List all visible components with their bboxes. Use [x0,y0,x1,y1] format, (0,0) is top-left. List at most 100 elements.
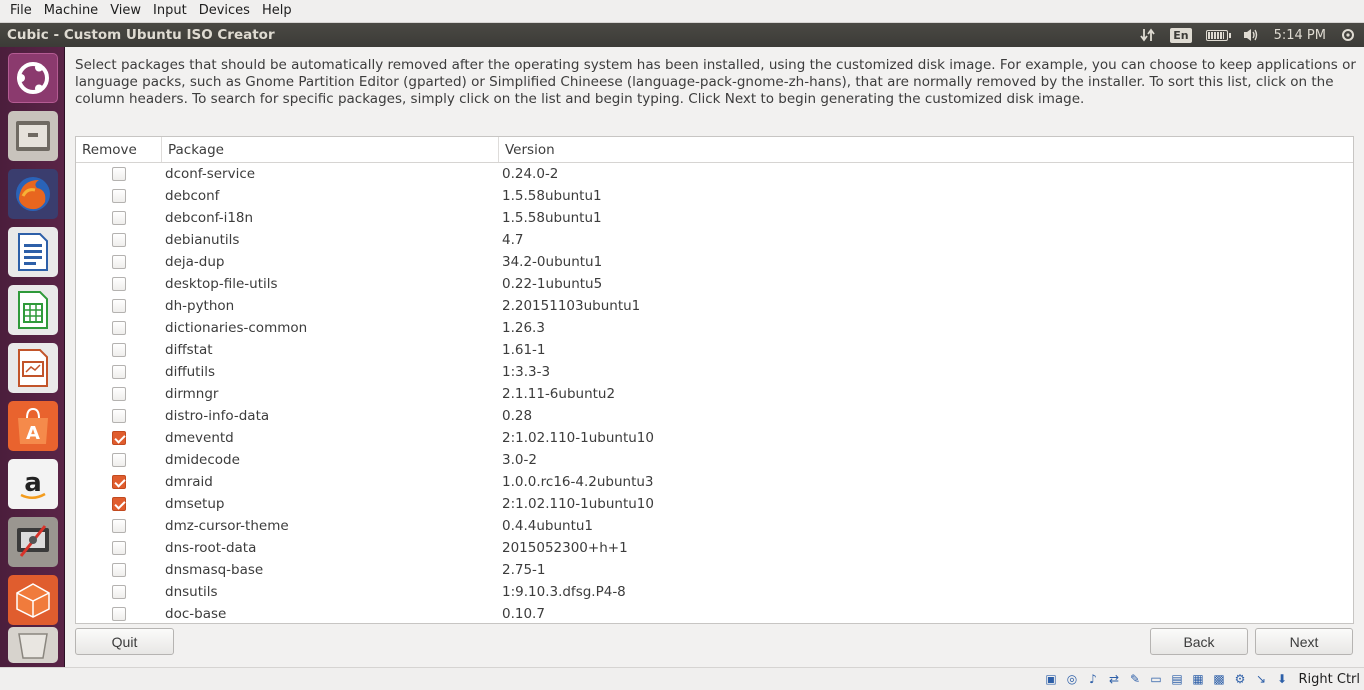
package-version: 34.2-0ubuntu1 [502,254,603,270]
table-row[interactable]: dnsutils 1:9.10.3.dfsg.P4-8 [76,581,1353,603]
remove-cell [76,563,162,577]
quit-button[interactable]: Quit [75,628,174,655]
remove-checkbox[interactable] [112,475,126,489]
remove-checkbox[interactable] [112,387,126,401]
keyboard-layout-indicator[interactable]: En [1170,27,1192,43]
video-capture-icon[interactable]: ▦ [1190,671,1207,688]
package-version: 4.7 [502,232,524,248]
table-row[interactable]: dmsetup 2:1.02.110-1ubuntu10 [76,493,1353,515]
remove-checkbox[interactable] [112,585,126,599]
remove-checkbox[interactable] [112,211,126,225]
column-header-version[interactable]: Version [499,137,1353,162]
system-settings-icon[interactable] [8,517,58,567]
back-button[interactable]: Back [1150,628,1248,655]
remove-checkbox[interactable] [112,519,126,533]
remove-cell [76,475,162,489]
package-version: 1.5.58ubuntu1 [502,210,602,226]
firefox-icon[interactable] [8,169,58,219]
remove-checkbox[interactable] [112,343,126,357]
next-button[interactable]: Next [1255,628,1353,655]
remove-cell [76,541,162,555]
remove-checkbox[interactable] [112,431,126,445]
power-gear-icon[interactable] [1340,27,1356,43]
table-row[interactable]: dmidecode 3.0-2 [76,449,1353,471]
table-row[interactable]: debianutils 4.7 [76,229,1353,251]
remove-checkbox[interactable] [112,563,126,577]
table-row[interactable]: dnsmasq-base 2.75-1 [76,559,1353,581]
column-header-remove[interactable]: Remove [76,137,162,162]
package-name: distro-info-data [165,408,270,424]
table-row[interactable]: dmraid 1.0.0.rc16-4.2ubuntu3 [76,471,1353,493]
menu-view[interactable]: View [104,0,147,22]
remove-checkbox[interactable] [112,321,126,335]
cpu-icon[interactable]: ⚙ [1232,671,1249,688]
ubuntu-dash-icon[interactable] [8,53,58,103]
menu-file[interactable]: File [4,0,38,22]
table-row[interactable]: doc-base 0.10.7 [76,603,1353,623]
table-row[interactable]: dictionaries-common 1.26.3 [76,317,1353,339]
menu-help[interactable]: Help [256,0,298,22]
table-row[interactable]: dirmngr 2.1.11-6ubuntu2 [76,383,1353,405]
trash-icon[interactable] [8,627,58,663]
table-row[interactable]: dmz-cursor-theme 0.4.4ubuntu1 [76,515,1353,537]
package-name: diffutils [165,364,216,380]
column-header-package[interactable]: Package [162,137,499,162]
remove-checkbox[interactable] [112,167,126,181]
remove-checkbox[interactable] [112,497,126,511]
volume-icon[interactable] [1242,27,1260,43]
menu-machine[interactable]: Machine [38,0,104,22]
remove-checkbox[interactable] [112,453,126,467]
table-row[interactable]: dns-root-data 2015052300+h+1 [76,537,1353,559]
menu-input[interactable]: Input [147,0,193,22]
remove-checkbox[interactable] [112,409,126,423]
table-row[interactable]: deja-dup 34.2-0ubuntu1 [76,251,1353,273]
table-row[interactable]: diffstat 1.61-1 [76,339,1353,361]
launcher: A a [0,47,65,667]
usb-icon[interactable]: ✎ [1127,671,1144,688]
svg-text:a: a [24,468,42,498]
remove-checkbox[interactable] [112,607,126,621]
package-table[interactable]: Remove Package Version dconf-service 0.24… [75,136,1354,624]
instructions-text: Select packages that should be automatic… [75,57,1356,107]
remove-checkbox[interactable] [112,255,126,269]
libreoffice-writer-icon[interactable] [8,227,58,277]
remove-cell [76,607,162,621]
cubic-icon[interactable] [8,575,58,625]
host-key-arrow-icon: ⬇ [1276,672,1288,686]
display-icon[interactable]: ▤ [1169,671,1186,688]
table-row[interactable]: diffutils 1:3.3-3 [76,361,1353,383]
remove-checkbox[interactable] [112,365,126,379]
table-row[interactable]: debconf-i18n 1.5.58ubuntu1 [76,207,1353,229]
table-row[interactable]: distro-info-data 0.28 [76,405,1353,427]
remove-checkbox[interactable] [112,189,126,203]
remove-checkbox[interactable] [112,277,126,291]
table-row[interactable]: dmeventd 2:1.02.110-1ubuntu10 [76,427,1353,449]
table-row[interactable]: desktop-file-utils 0.22-1ubuntu5 [76,273,1353,295]
table-row[interactable]: dconf-service 0.24.0-2 [76,163,1353,185]
menu-devices[interactable]: Devices [193,0,256,22]
shared-folders-icon[interactable]: ▭ [1148,671,1165,688]
battery-icon[interactable] [1205,29,1231,41]
software-center-icon[interactable]: A [8,401,58,451]
libreoffice-impress-icon[interactable] [8,343,58,393]
files-icon[interactable] [8,111,58,161]
table-row[interactable]: dh-python 2.20151103ubuntu1 [76,295,1353,317]
table-row[interactable]: debconf 1.5.58ubuntu1 [76,185,1353,207]
remove-cell [76,365,162,379]
hard-disk-icon[interactable]: ▣ [1043,671,1060,688]
package-name: dnsutils [165,584,218,600]
clock[interactable]: 5:14 PM [1274,28,1326,43]
audio-icon[interactable]: ♪ [1085,671,1102,688]
network-adapter-icon[interactable]: ⇄ [1106,671,1123,688]
amazon-icon[interactable]: a [8,459,58,509]
network-icon[interactable] [1140,27,1156,43]
optical-drive-icon[interactable]: ◎ [1064,671,1081,688]
remove-checkbox[interactable] [112,541,126,555]
recording-icon[interactable]: ▩ [1211,671,1228,688]
remove-checkbox[interactable] [112,299,126,313]
remove-checkbox[interactable] [112,233,126,247]
libreoffice-calc-icon[interactable] [8,285,58,335]
mouse-integration-icon[interactable]: ↘ [1253,671,1270,688]
package-version: 2:1.02.110-1ubuntu10 [502,430,654,446]
package-name: debconf-i18n [165,210,254,226]
